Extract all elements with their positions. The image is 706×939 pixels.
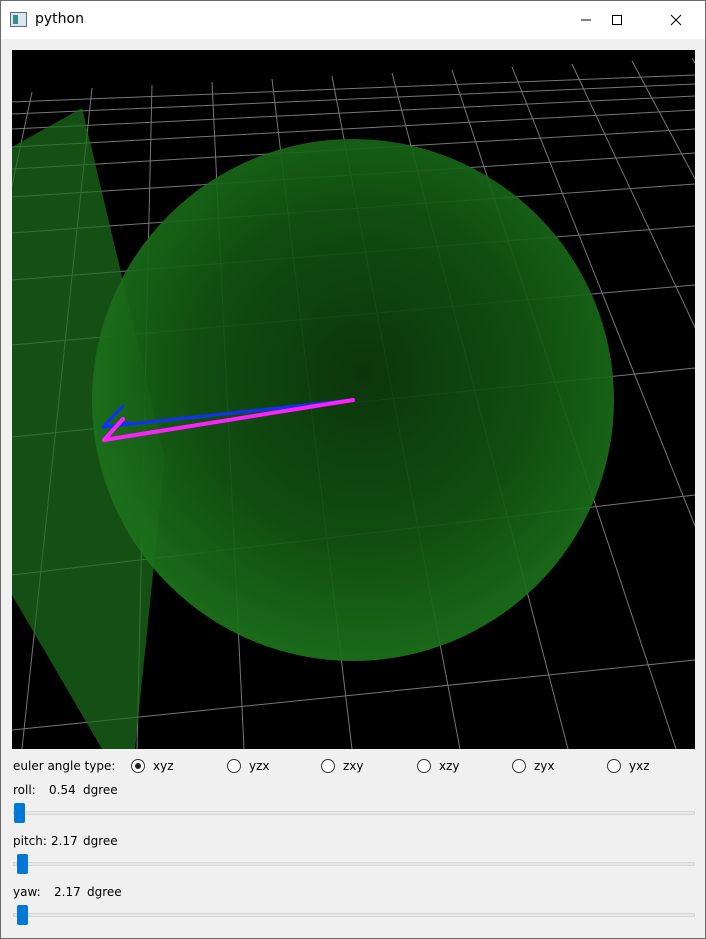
radio-zyx[interactable] bbox=[512, 759, 526, 773]
roll-slider-track[interactable] bbox=[13, 811, 695, 815]
3d-viewport[interactable] bbox=[12, 50, 695, 749]
close-button[interactable] bbox=[653, 1, 699, 39]
maximize-icon bbox=[612, 15, 622, 25]
roll-slider-handle[interactable] bbox=[14, 803, 25, 823]
minimize-icon bbox=[581, 19, 591, 21]
window-title: python bbox=[35, 11, 84, 27]
yaw-value: 2.17 bbox=[54, 885, 81, 899]
roll-value: 0.54 bbox=[49, 783, 76, 797]
close-icon bbox=[670, 14, 682, 26]
maximize-button[interactable] bbox=[594, 1, 640, 39]
radio-label-xzy: xzy bbox=[439, 759, 460, 773]
pitch-unit: dgree bbox=[83, 834, 118, 848]
title-bar[interactable]: python bbox=[1, 1, 705, 39]
radio-label-xyz: xyz bbox=[153, 759, 174, 773]
yaw-slider-handle[interactable] bbox=[17, 905, 28, 925]
radio-xyz[interactable] bbox=[131, 759, 145, 773]
radio-yxz[interactable] bbox=[607, 759, 621, 773]
pitch-slider-track[interactable] bbox=[13, 862, 695, 866]
radio-zxy[interactable] bbox=[321, 759, 335, 773]
radio-xzy[interactable] bbox=[417, 759, 431, 773]
pitch-value: 2.17 bbox=[51, 834, 78, 848]
controls-panel: euler angle type: xyz yzx zxy xzy zyx yx… bbox=[1, 749, 705, 939]
roll-label: roll: bbox=[13, 783, 36, 797]
app-window: python euler angle type: xyz yzx zxy xzy… bbox=[0, 0, 706, 939]
yaw-slider-track[interactable] bbox=[13, 913, 695, 917]
pitch-slider-handle[interactable] bbox=[17, 854, 28, 874]
app-icon bbox=[10, 12, 27, 27]
euler-angle-label: euler angle type: bbox=[13, 759, 116, 773]
radio-label-yxz: yxz bbox=[629, 759, 650, 773]
radio-yzx[interactable] bbox=[227, 759, 241, 773]
pitch-label: pitch: bbox=[13, 834, 47, 848]
scene-canvas bbox=[12, 57, 695, 749]
yaw-label: yaw: bbox=[13, 885, 41, 899]
radio-label-zyx: zyx bbox=[534, 759, 555, 773]
yaw-unit: dgree bbox=[87, 885, 122, 899]
radio-label-yzx: yzx bbox=[249, 759, 270, 773]
radio-label-zxy: zxy bbox=[343, 759, 364, 773]
roll-unit: dgree bbox=[83, 783, 118, 797]
radio-selected-dot bbox=[135, 763, 141, 769]
